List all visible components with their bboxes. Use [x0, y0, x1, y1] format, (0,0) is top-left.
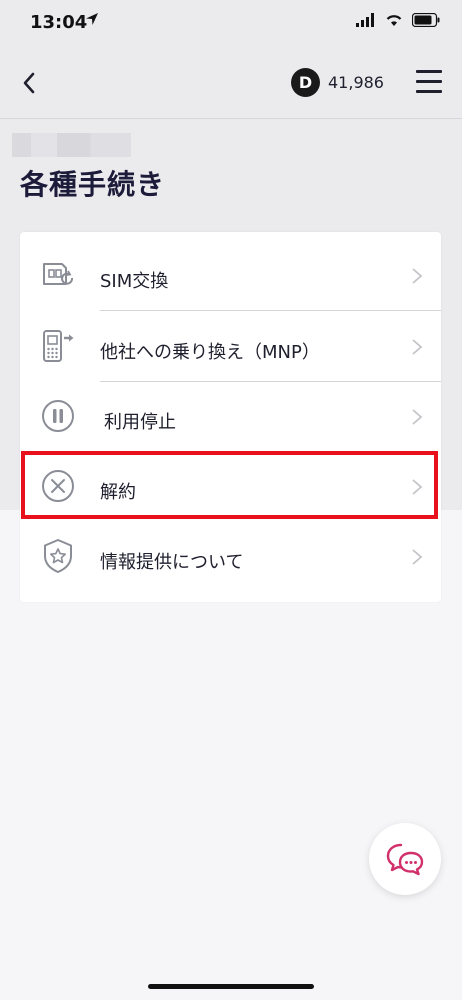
menu-item-cancel-contract[interactable]: 解約	[20, 451, 441, 521]
chat-bubbles-icon	[386, 843, 424, 876]
battery-icon	[412, 13, 440, 27]
chat-button[interactable]	[369, 823, 441, 895]
points-badge-letter: D	[298, 73, 313, 92]
chevron-right-icon	[412, 268, 423, 284]
menu-item-suspend[interactable]: 利用停止	[20, 381, 441, 451]
menu-item-sim-swap[interactable]: SIM交換	[20, 240, 441, 310]
points-display[interactable]: D 41,986	[291, 68, 384, 97]
menu-item-mnp[interactable]: 他社への乗り換え（MNP）	[20, 311, 441, 381]
location-arrow-icon	[86, 13, 98, 25]
chevron-left-icon	[23, 72, 35, 94]
wifi-icon	[386, 15, 402, 26]
page-title: 各種手続き	[20, 168, 166, 201]
chevron-right-icon	[412, 479, 423, 495]
phone-transfer-icon	[38, 326, 78, 366]
status-icons	[356, 13, 440, 27]
sim-swap-icon	[38, 255, 78, 295]
home-indicator	[148, 984, 314, 989]
menu-item-label: 他社への乗り換え（MNP）	[100, 342, 320, 363]
status-time: 13:04	[30, 12, 88, 33]
procedures-menu-card: SIM交換 他社への乗り換え（MNP） 利用停止 解約 情報提供について	[20, 232, 441, 602]
chevron-right-icon	[412, 339, 423, 355]
points-value: 41,986	[328, 73, 384, 92]
status-bar: 13:04	[0, 0, 462, 50]
shield-star-icon	[38, 536, 78, 576]
chevron-right-icon	[412, 549, 423, 565]
pause-icon	[38, 396, 78, 436]
cellular-signal-icon	[356, 13, 374, 27]
back-button[interactable]	[14, 68, 44, 98]
menu-item-label: 利用停止	[104, 412, 176, 433]
hamburger-menu-icon[interactable]	[416, 70, 444, 96]
cancel-circle-icon	[38, 466, 78, 506]
menu-item-label: SIM交換	[100, 271, 169, 292]
menu-item-label: 解約	[100, 482, 136, 503]
menu-item-information-provision[interactable]: 情報提供について	[20, 521, 441, 591]
blurred-breadcrumb	[12, 133, 131, 157]
chevron-right-icon	[412, 409, 423, 425]
points-badge-icon: D	[291, 68, 320, 97]
app-header: D 41,986	[0, 50, 462, 119]
menu-item-label: 情報提供について	[100, 552, 244, 573]
